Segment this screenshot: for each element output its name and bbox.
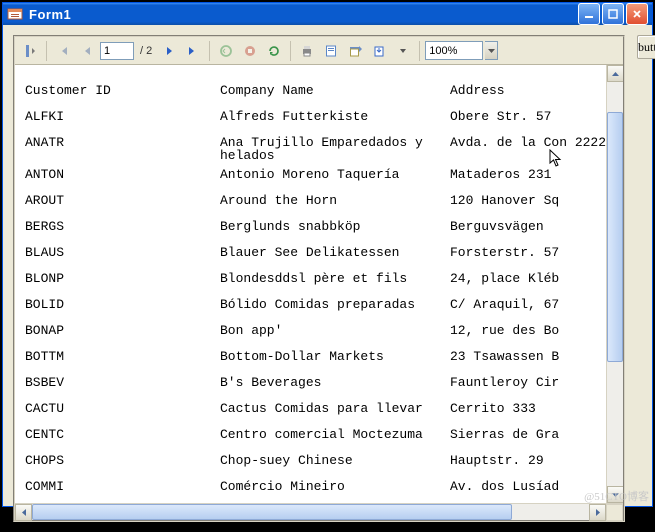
table-row[interactable]: BLAUSBlauer See DelikatessenForsterstr. … bbox=[25, 243, 606, 269]
horizontal-scrollbar[interactable] bbox=[15, 503, 623, 520]
separator bbox=[46, 41, 47, 61]
table-header: Customer ID Company Name Address bbox=[25, 81, 606, 107]
maximize-button[interactable] bbox=[602, 3, 624, 25]
table-row[interactable]: ANATRAna Trujillo Emparedados y heladosA… bbox=[25, 133, 606, 165]
page-setup-icon[interactable] bbox=[344, 40, 366, 62]
button1[interactable]: button1 bbox=[637, 35, 655, 59]
close-button[interactable] bbox=[626, 3, 648, 25]
report-area: Customer ID Company Name Address ALFKIAl… bbox=[15, 65, 623, 503]
zoom-dropdown-icon[interactable] bbox=[485, 41, 498, 60]
table-row[interactable]: BLONPBlondesddsl père et fils24, place K… bbox=[25, 269, 606, 295]
scroll-right-icon[interactable] bbox=[589, 504, 606, 521]
next-page-icon[interactable] bbox=[158, 40, 180, 62]
page-input[interactable] bbox=[100, 42, 134, 60]
separator bbox=[419, 41, 420, 61]
refresh-icon[interactable] bbox=[263, 40, 285, 62]
report-content[interactable]: Customer ID Company Name Address ALFKIAl… bbox=[15, 65, 606, 503]
vertical-scrollbar[interactable] bbox=[606, 65, 623, 503]
app-icon bbox=[7, 6, 23, 22]
scroll-thumb-horizontal[interactable] bbox=[32, 504, 512, 520]
export-icon[interactable] bbox=[368, 40, 390, 62]
table-row[interactable]: BSBEVB's BeveragesFauntleroy Cir bbox=[25, 373, 606, 399]
page-total-label: / 2 bbox=[140, 45, 152, 57]
print-icon[interactable] bbox=[296, 40, 318, 62]
table-row[interactable]: COMMIComércio MineiroAv. dos Lusíad bbox=[25, 477, 606, 503]
scroll-up-icon[interactable] bbox=[607, 65, 623, 82]
scroll-left-icon[interactable] bbox=[15, 504, 32, 521]
separator bbox=[290, 41, 291, 61]
table-row[interactable]: CHOPSChop-suey ChineseHauptstr. 29 bbox=[25, 451, 606, 477]
window-frame: Form1 / 2 bbox=[2, 2, 653, 507]
print-layout-icon[interactable] bbox=[320, 40, 342, 62]
table-row[interactable]: ALFKIAlfreds FutterkisteObere Str. 57 bbox=[25, 107, 606, 133]
stop-icon[interactable] bbox=[239, 40, 261, 62]
prev-page-icon[interactable] bbox=[76, 40, 98, 62]
table-row[interactable]: BOTTMBottom-Dollar Markets23 Tsawassen B bbox=[25, 347, 606, 373]
table-row[interactable]: AROUTAround the Horn120 Hanover Sq bbox=[25, 191, 606, 217]
separator bbox=[209, 41, 210, 61]
scroll-down-icon[interactable] bbox=[607, 486, 623, 503]
zoom-input[interactable]: 100% bbox=[425, 41, 483, 60]
last-page-icon[interactable] bbox=[182, 40, 204, 62]
table-row[interactable]: CACTUCactus Comidas para llevarCerrito 3… bbox=[25, 399, 606, 425]
table-row[interactable]: BONAPBon app'12, rue des Bo bbox=[25, 321, 606, 347]
scroll-thumb-vertical[interactable] bbox=[607, 112, 623, 362]
table-row[interactable]: BOLIDBólido Comidas preparadasC/ Araquil… bbox=[25, 295, 606, 321]
table-row[interactable]: BERGSBerglunds snabbköpBerguvsvägen bbox=[25, 217, 606, 243]
scroll-corner bbox=[606, 504, 623, 521]
window-title: Form1 bbox=[29, 7, 71, 22]
parameters-toggle-icon[interactable] bbox=[19, 40, 41, 62]
titlebar[interactable]: Form1 bbox=[3, 3, 652, 25]
table-row[interactable]: ANTONAntonio Moreno TaqueríaMataderos 23… bbox=[25, 165, 606, 191]
back-icon[interactable] bbox=[215, 40, 237, 62]
first-page-icon[interactable] bbox=[52, 40, 74, 62]
client-area: / 2 100% Customer I bbox=[3, 25, 652, 532]
report-viewer: / 2 100% Customer I bbox=[13, 35, 625, 522]
viewer-toolbar: / 2 100% bbox=[15, 37, 623, 65]
export-dropdown-icon[interactable] bbox=[392, 40, 414, 62]
table-row[interactable]: CENTCCentro comercial MoctezumaSierras d… bbox=[25, 425, 606, 451]
minimize-button[interactable] bbox=[578, 3, 600, 25]
